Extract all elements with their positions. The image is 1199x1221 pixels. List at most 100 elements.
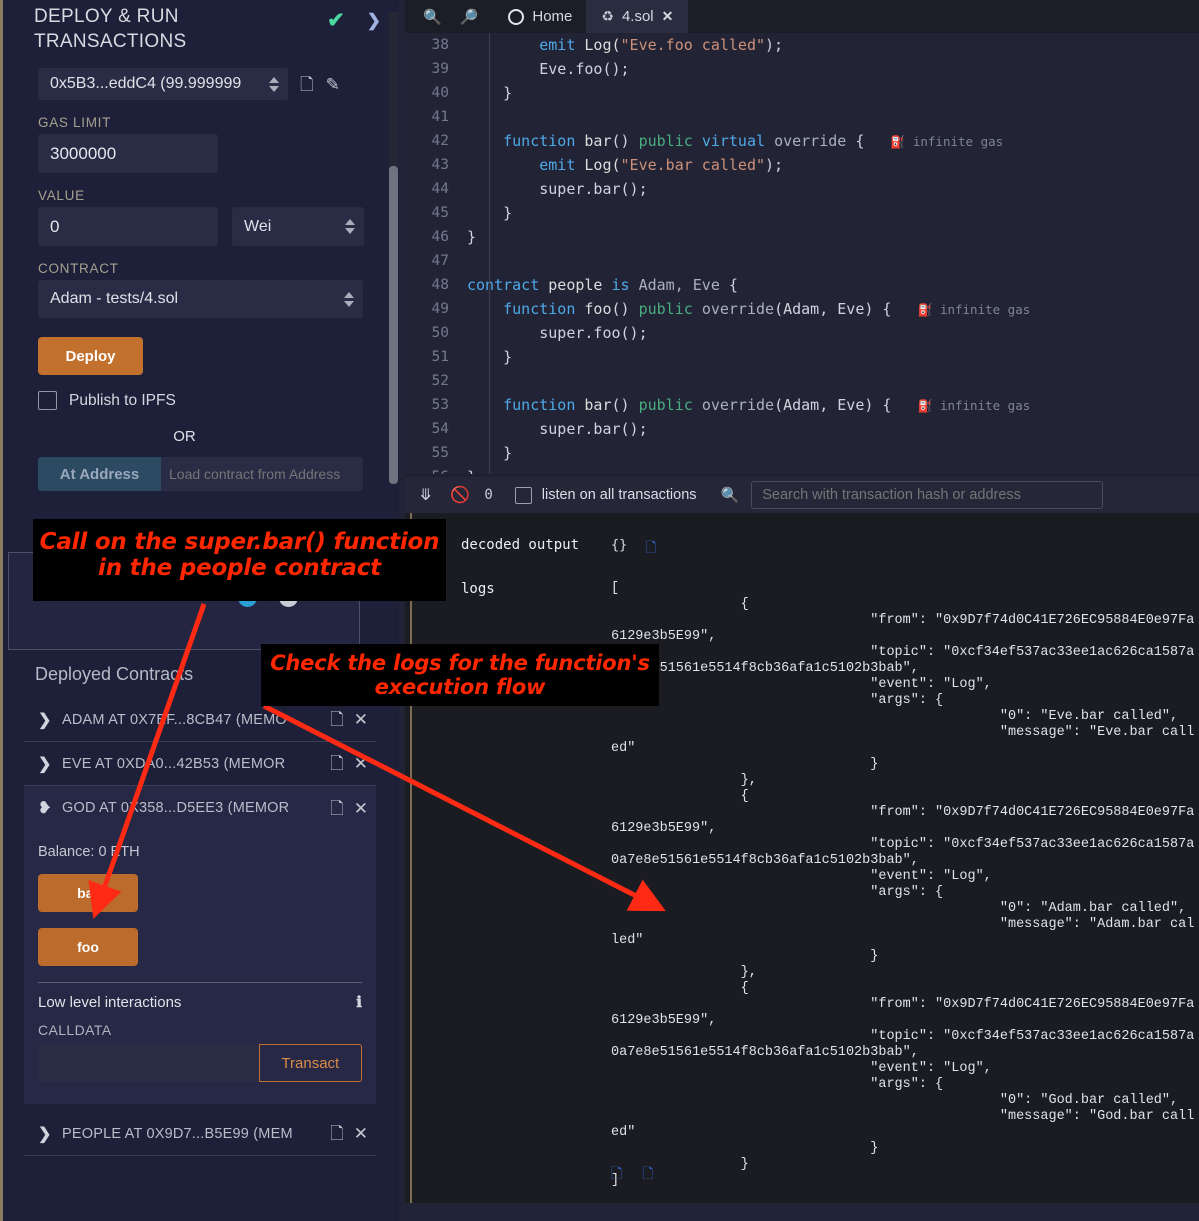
spinner-icon[interactable] bbox=[268, 76, 280, 92]
listen-all-transactions[interactable]: listen on all transactions bbox=[514, 486, 697, 504]
close-icon[interactable]: ✕ bbox=[354, 755, 368, 772]
copy-icon[interactable]: 🗋 bbox=[330, 711, 344, 728]
close-icon[interactable]: ✕ bbox=[354, 711, 368, 728]
line-number: 42 bbox=[431, 133, 449, 149]
instance-row-god[interactable]: ❥ GOD AT 0X358...D5EE3 (MEMOR 🗋 ✕ bbox=[24, 786, 376, 830]
code-text: super.bar(); bbox=[539, 420, 648, 438]
gas-hint-label: infinite gas bbox=[932, 398, 1031, 413]
contract-select[interactable]: Adam - tests/4.sol bbox=[38, 280, 363, 318]
line-number: 48 bbox=[431, 277, 449, 293]
editor-tabbar: 🔍 🔎 Home ♻ 4.sol ✕ bbox=[405, 0, 1199, 33]
edit-icon[interactable]: ✎ bbox=[326, 76, 340, 93]
value-row: Wei bbox=[38, 207, 399, 246]
code-line: 44 super.bar(); bbox=[405, 177, 1199, 201]
code-text: } bbox=[467, 468, 476, 474]
copy-all-icon[interactable]: 🗋 bbox=[642, 1163, 653, 1187]
code-editor[interactable]: 38 emit Log("Eve.foo called"); 39 Eve.foo… bbox=[405, 33, 1199, 474]
chevron-right-icon[interactable]: ❯ bbox=[367, 11, 381, 31]
at-address-input[interactable] bbox=[161, 457, 363, 491]
remix-logo-icon bbox=[508, 8, 525, 25]
deploy-button[interactable]: Deploy bbox=[38, 337, 143, 375]
at-address-button[interactable]: At Address bbox=[38, 457, 161, 491]
search-input[interactable] bbox=[751, 481, 1104, 509]
contract-label: CONTRACT bbox=[38, 261, 119, 276]
solidity-icon: ♻ bbox=[601, 8, 614, 24]
line-number: 43 bbox=[431, 157, 449, 173]
close-icon[interactable]: ✕ bbox=[354, 800, 368, 817]
chevron-right-icon[interactable]: ❯ bbox=[38, 710, 52, 730]
code-line: 50 super.foo(); bbox=[405, 321, 1199, 345]
copy-icon[interactable]: 🗋 bbox=[330, 755, 344, 772]
function-button-bar[interactable]: bar bbox=[38, 874, 138, 912]
publish-ipfs-checkbox[interactable] bbox=[38, 391, 57, 410]
chevron-down-icon[interactable]: ❥ bbox=[38, 798, 52, 818]
zoom-out-icon[interactable]: 🔍 bbox=[423, 8, 442, 26]
close-icon[interactable]: ✕ bbox=[662, 8, 674, 25]
gas-pump-icon: ⛽ bbox=[890, 135, 906, 149]
chevron-right-icon[interactable]: ❯ bbox=[38, 754, 52, 774]
copy-icon[interactable]: 🗋 bbox=[645, 537, 656, 561]
close-icon[interactable]: ✕ bbox=[354, 1125, 368, 1142]
deploy-and-run-panel: DEPLOY & RUN TRANSACTIONS ✔ ❯ 0x5B3...ed… bbox=[0, 0, 399, 1221]
code-text: function bar() public override(Adam, Eve… bbox=[503, 396, 892, 414]
no-entry-icon[interactable]: 🚫 bbox=[450, 485, 470, 505]
copy-icon[interactable]: 🗋 bbox=[330, 1125, 344, 1142]
listen-checkbox[interactable] bbox=[514, 486, 532, 504]
gas-estimate: ⛽ infinite gas bbox=[917, 300, 1030, 318]
line-number: 44 bbox=[431, 181, 449, 197]
account-select[interactable]: 0x5B3...eddC4 (99.999999 bbox=[38, 68, 288, 100]
publish-ipfs-row[interactable]: Publish to IPFS bbox=[38, 391, 399, 410]
code-line: 52 bbox=[405, 369, 1199, 393]
code-line: 53 function bar() public override(Adam, … bbox=[405, 393, 1199, 417]
gas-hint-label: infinite gas bbox=[905, 134, 1004, 149]
code-text: Eve.foo(); bbox=[539, 60, 630, 78]
unit-select[interactable]: Wei bbox=[232, 207, 364, 246]
info-icon[interactable]: ℹ bbox=[356, 993, 362, 1012]
search-icon[interactable]: 🔍 bbox=[721, 486, 740, 504]
transact-button[interactable]: Transact bbox=[258, 1044, 362, 1082]
code-line: 42 function bar() public virtual overrid… bbox=[405, 129, 1199, 153]
tab-home[interactable]: Home bbox=[494, 0, 588, 33]
spinner-icon[interactable] bbox=[344, 219, 356, 234]
gas-limit-input[interactable] bbox=[38, 134, 218, 173]
instance-row-eve[interactable]: ❯ EVE AT 0XDA0...42B53 (MEMOR 🗋 ✕ bbox=[24, 742, 376, 786]
decoded-output-key: decoded output bbox=[461, 537, 580, 553]
line-number: 39 bbox=[431, 61, 449, 77]
deployed-contracts-list: ❯ ADAM AT 0X7EF...8CB47 (MEMO 🗋 ✕ ❯ EVE … bbox=[24, 698, 376, 1156]
line-number: 54 bbox=[431, 421, 449, 437]
divider bbox=[38, 982, 362, 983]
gas-hint-label: infinite gas bbox=[932, 302, 1031, 317]
zoom-in-icon[interactable]: 🔎 bbox=[460, 8, 479, 26]
logs-copy-row: 🗋 🗋 bbox=[611, 1163, 654, 1187]
at-address-row: At Address bbox=[38, 457, 399, 491]
instance-row-people[interactable]: ❯ PEOPLE AT 0X9D7...B5E99 (MEM 🗋 ✕ bbox=[24, 1112, 376, 1156]
line-number: 52 bbox=[431, 373, 449, 389]
line-number: 50 bbox=[431, 325, 449, 341]
calldata-input[interactable] bbox=[38, 1044, 259, 1082]
function-button-foo[interactable]: foo bbox=[38, 928, 138, 966]
line-number: 45 bbox=[431, 205, 449, 221]
panel-scrollbar[interactable] bbox=[389, 166, 398, 484]
spinner-icon[interactable] bbox=[343, 291, 355, 307]
code-text: emit Log("Eve.bar called"); bbox=[539, 156, 784, 174]
code-text: emit Log("Eve.foo called"); bbox=[539, 36, 784, 54]
copy-icon[interactable]: 🗋 bbox=[330, 800, 344, 817]
copy-icon[interactable]: 🗋 bbox=[611, 1163, 622, 1187]
chevron-double-down-icon[interactable]: ⤋ bbox=[419, 485, 432, 505]
gas-estimate: ⛽ infinite gas bbox=[890, 132, 1003, 150]
copy-icon[interactable]: 🗋 bbox=[300, 76, 314, 93]
or-separator: OR bbox=[173, 428, 196, 445]
value-input[interactable] bbox=[38, 207, 218, 246]
value-label: VALUE bbox=[38, 188, 85, 203]
tab-label: Home bbox=[532, 8, 573, 25]
chevron-right-icon[interactable]: ❯ bbox=[38, 1124, 52, 1144]
code-line: 49 function foo() public override(Adam, … bbox=[405, 297, 1199, 321]
code-line: 41 bbox=[405, 105, 1199, 129]
check-icon[interactable]: ✔ bbox=[327, 8, 345, 33]
line-number: 53 bbox=[431, 397, 449, 413]
line-number: 41 bbox=[431, 109, 449, 125]
gas-pump-icon: ⛽ bbox=[917, 303, 933, 317]
tab-4-sol[interactable]: ♻ 4.sol ✕ bbox=[587, 0, 689, 33]
terminal-panel: ⤋ 🚫 0 listen on all transactions 🔍 decod… bbox=[405, 477, 1199, 1221]
page-title: DEPLOY & RUN TRANSACTIONS bbox=[34, 6, 187, 52]
